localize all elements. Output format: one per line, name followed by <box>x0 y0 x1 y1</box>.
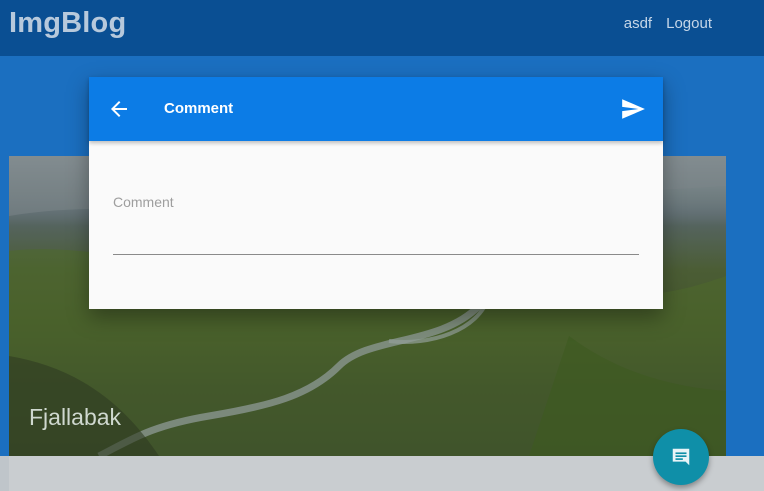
comment-input[interactable] <box>113 219 639 255</box>
dialog-title: Comment <box>164 100 234 117</box>
comment-dialog: Comment Comment <box>89 77 663 309</box>
comment-field: Comment <box>113 189 639 259</box>
arrow-back-icon <box>111 101 127 117</box>
send-icon <box>622 99 645 119</box>
comment-icon <box>672 448 690 466</box>
back-button[interactable] <box>105 95 133 123</box>
app-root: ImgBlog asdf Logout Fjallabak Comment Co… <box>0 0 764 491</box>
comment-fab[interactable] <box>653 429 709 485</box>
comment-field-label: Comment <box>113 194 174 210</box>
send-button[interactable] <box>617 95 649 123</box>
dialog-toolbar: Comment <box>89 77 663 141</box>
